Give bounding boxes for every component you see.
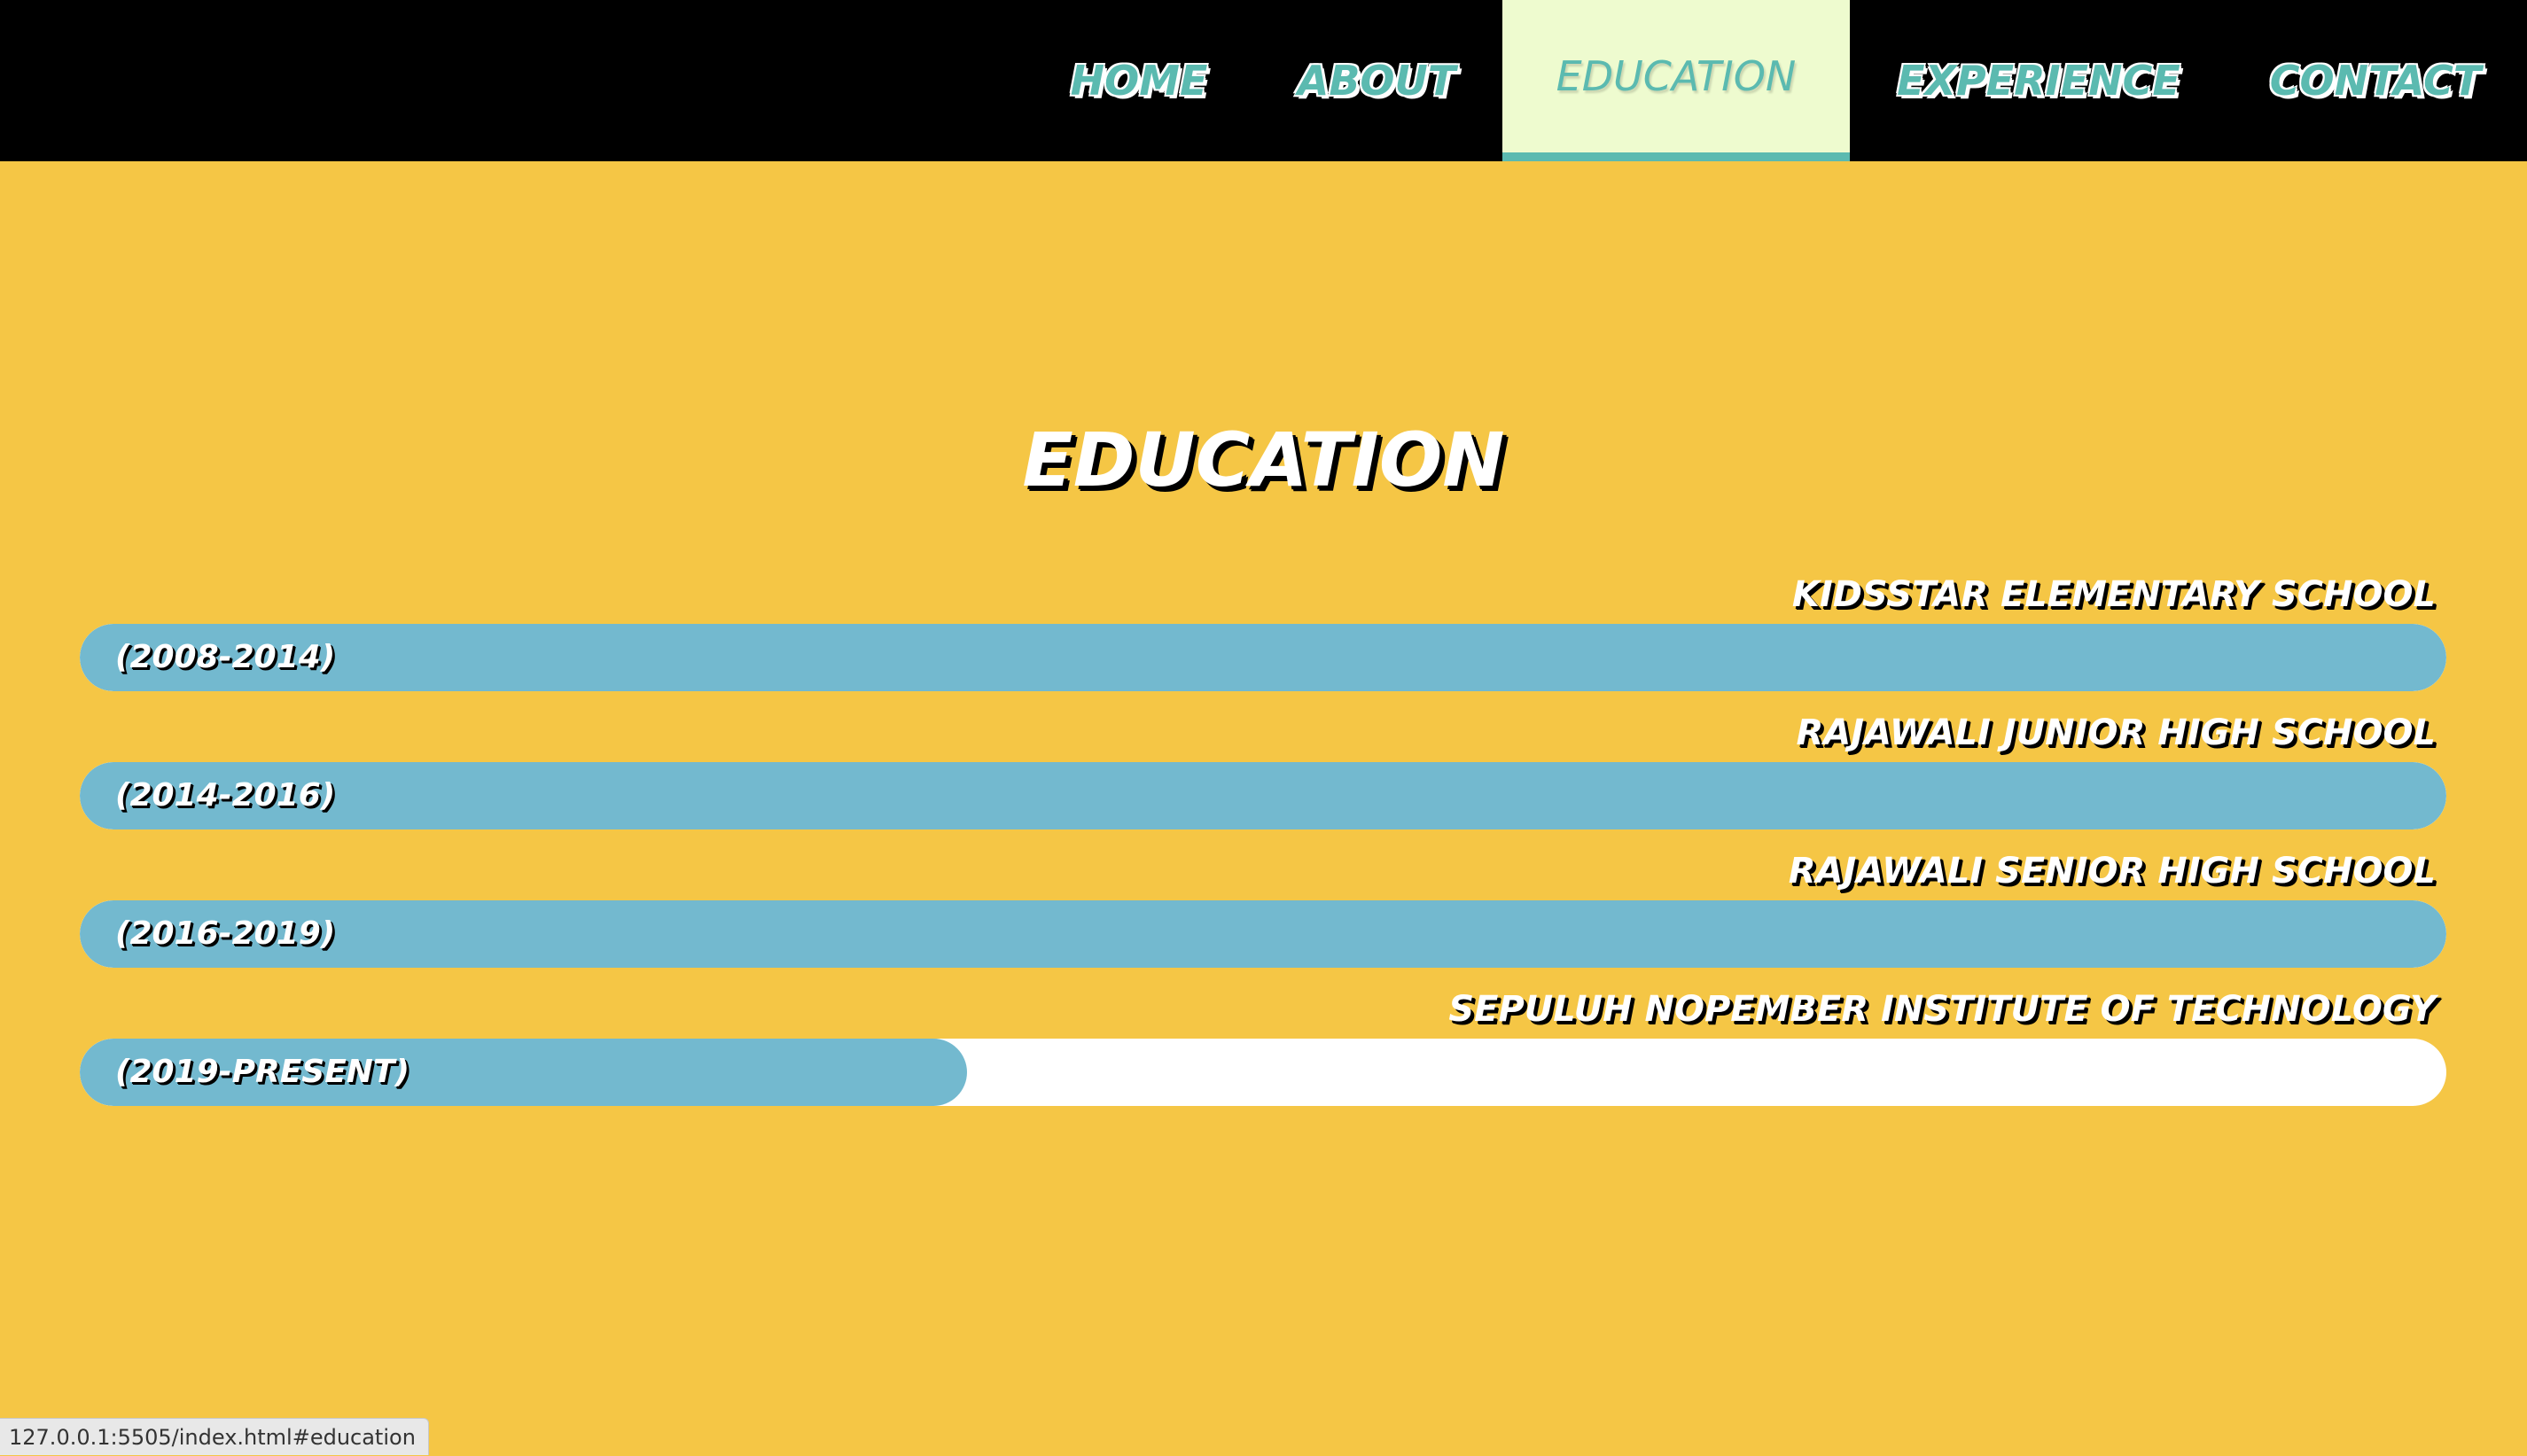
nav-item-experience[interactable]: EXPERIENCE [1884, 0, 2194, 161]
period-label: (2008-2014) [115, 639, 336, 675]
nav-link-experience[interactable]: EXPERIENCE [1897, 57, 2180, 105]
period-label: (2014-2016) [115, 777, 336, 814]
browser-status-url: 127.0.0.1:5505/index.html#education [0, 1418, 429, 1455]
nav-item-contact[interactable]: CONTACT [2247, 0, 2504, 161]
school-name: KIDSSTAR ELEMENTARY SCHOOL [1791, 574, 2436, 615]
top-navbar: HOME ABOUT EDUCATION EXPERIENCE CONTACT [0, 0, 2527, 161]
nav-item-home[interactable]: HOME [1050, 0, 1228, 161]
school-name: RAJAWALI JUNIOR HIGH SCHOOL [1796, 712, 2436, 753]
progress-fill [80, 624, 2446, 691]
school-name: SEPULUH NOPEMBER INSTITUTE OF TECHNOLOGY [1448, 989, 2436, 1030]
nav-link-education[interactable]: EDUCATION [1556, 52, 1797, 100]
progress-fill [80, 900, 2446, 968]
nav-item-education[interactable]: EDUCATION [1502, 0, 1850, 161]
period-label: (2019-PRESENT) [115, 1054, 409, 1090]
period-label: (2016-2019) [115, 915, 336, 952]
nav-link-home[interactable]: HOME [1071, 57, 1208, 105]
progress-track: (2016-2019) [80, 900, 2446, 968]
nav-link-about[interactable]: ABOUT [1298, 57, 1456, 105]
section-title: EDUCATION [1022, 417, 1505, 503]
progress-track: (2014-2016) [80, 762, 2446, 829]
nav-item-about[interactable]: ABOUT [1285, 0, 1468, 161]
progress-track: (2019-PRESENT) [80, 1039, 2446, 1106]
school-name: RAJAWALI SENIOR HIGH SCHOOL [1788, 851, 2436, 892]
progress-track: (2008-2014) [80, 624, 2446, 691]
progress-fill [80, 762, 2446, 829]
nav-link-contact[interactable]: CONTACT [2270, 57, 2482, 105]
